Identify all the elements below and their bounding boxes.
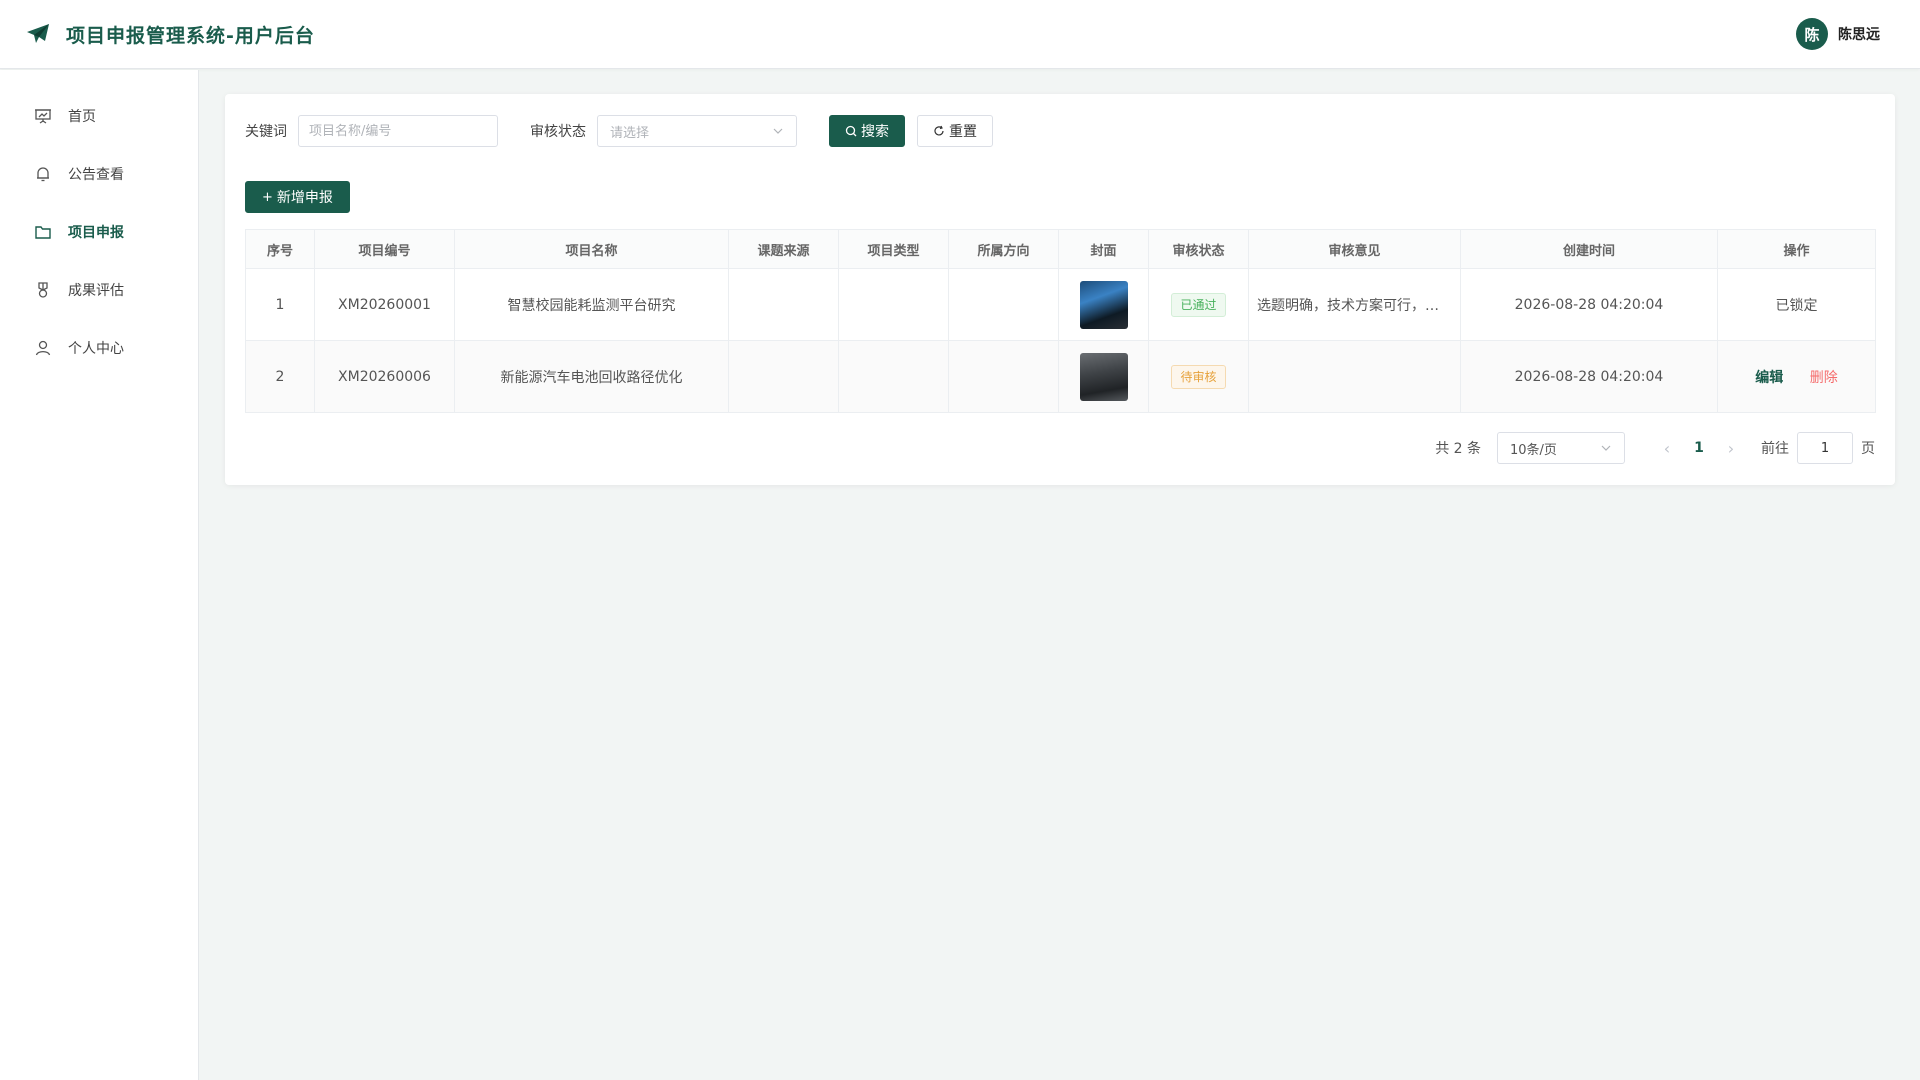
cell-direction bbox=[948, 268, 1059, 341]
main-card: 关键词 审核状态 请选择 搜索 重置 + 新增申报 序号 项目编号 bbox=[225, 94, 1895, 485]
cell-name: 智慧校园能耗监测平台研究 bbox=[454, 268, 729, 341]
cell-type bbox=[838, 268, 949, 341]
medal-icon bbox=[38, 282, 48, 298]
cell-cover bbox=[1058, 340, 1149, 413]
next-page-icon[interactable]: › bbox=[1715, 439, 1747, 458]
cell-opinion bbox=[1248, 340, 1461, 413]
sidebar-item-evaluation[interactable]: 成果评估 bbox=[0, 261, 198, 319]
search-button[interactable]: 搜索 bbox=[829, 115, 905, 147]
sidebar-item-label: 成果评估 bbox=[68, 283, 124, 299]
cover-thumbnail[interactable] bbox=[1079, 352, 1128, 401]
table-row: 1 XM20260001 智慧校园能耗监测平台研究 已通过 选题明确，技术方案可… bbox=[245, 268, 1876, 341]
pagination-total: 共 2 条 bbox=[1435, 441, 1481, 457]
cell-created: 2026-08-28 04:20:04 bbox=[1460, 268, 1718, 341]
add-application-button[interactable]: + 新增申报 bbox=[245, 181, 350, 213]
edit-button[interactable]: 编辑 bbox=[1755, 370, 1783, 386]
table-header-row: 序号 项目编号 项目名称 课题来源 项目类型 所属方向 封面 审核状态 审核意见… bbox=[245, 229, 1876, 269]
column-header: 项目编号 bbox=[314, 229, 455, 269]
column-header: 封面 bbox=[1058, 229, 1149, 269]
page-size-value: 10条/页 bbox=[1510, 442, 1557, 458]
column-header: 课题来源 bbox=[728, 229, 839, 269]
app-title: 项目申报管理系统-用户后台 bbox=[66, 24, 315, 47]
cell-status: 待审核 bbox=[1148, 340, 1249, 413]
sidebar-item-label: 项目申报 bbox=[68, 225, 124, 241]
delete-button[interactable]: 删除 bbox=[1810, 370, 1838, 386]
cell-created: 2026-08-28 04:20:04 bbox=[1460, 340, 1718, 413]
chevron-down-icon bbox=[773, 128, 783, 134]
refresh-icon bbox=[934, 125, 944, 136]
sidebar-item-home[interactable]: 首页 bbox=[0, 87, 198, 145]
reset-button[interactable]: 重置 bbox=[917, 115, 993, 147]
cover-thumbnail[interactable] bbox=[1079, 280, 1128, 329]
status-badge: 已通过 bbox=[1171, 292, 1226, 317]
cell-code: XM20260001 bbox=[314, 268, 455, 341]
column-header: 操作 bbox=[1717, 229, 1876, 269]
plus-icon: + bbox=[262, 189, 273, 205]
column-header: 审核状态 bbox=[1148, 229, 1249, 269]
cell-index: 2 bbox=[245, 340, 315, 413]
cell-operation: 编辑 删除 bbox=[1717, 340, 1876, 413]
cell-name: 新能源汽车电池回收路径优化 bbox=[454, 340, 729, 413]
top-bar: 项目申报管理系统-用户后台 陈 陈思远 bbox=[0, 0, 1920, 69]
cell-source bbox=[728, 268, 839, 341]
status-select[interactable]: 请选择 bbox=[597, 115, 797, 147]
prev-page-icon[interactable]: ‹ bbox=[1651, 439, 1683, 458]
folder-icon bbox=[35, 226, 51, 239]
filter-bar: 关键词 审核状态 请选择 搜索 重置 bbox=[245, 115, 993, 147]
page-suffix: 页 bbox=[1861, 441, 1875, 457]
column-header: 项目名称 bbox=[454, 229, 729, 269]
paper-plane-icon bbox=[26, 21, 52, 47]
cell-code: XM20260006 bbox=[314, 340, 455, 413]
sidebar-item-label: 公告查看 bbox=[68, 167, 124, 183]
sidebar-item-label: 个人中心 bbox=[68, 341, 124, 357]
add-button-label: 新增申报 bbox=[276, 190, 333, 206]
cell-cover bbox=[1058, 268, 1149, 341]
sidebar-item-announcements[interactable]: 公告查看 bbox=[0, 145, 198, 203]
column-header: 审核意见 bbox=[1248, 229, 1461, 269]
goto-label: 前往 bbox=[1761, 441, 1789, 457]
project-table: 序号 项目编号 项目名称 课题来源 项目类型 所属方向 封面 审核状态 审核意见… bbox=[245, 229, 1876, 413]
keyword-input[interactable] bbox=[298, 115, 498, 147]
column-header: 序号 bbox=[245, 229, 315, 269]
avatar[interactable]: 陈 bbox=[1796, 18, 1828, 50]
sidebar-item-project-apply[interactable]: 项目申报 bbox=[0, 203, 198, 261]
user-menu[interactable]: 陈 陈思远 bbox=[1796, 18, 1880, 50]
cell-status: 已通过 bbox=[1148, 268, 1249, 341]
presentation-chart-icon bbox=[35, 109, 51, 124]
cell-type bbox=[838, 340, 949, 413]
status-badge: 待审核 bbox=[1171, 364, 1226, 389]
table-row: 2 XM20260006 新能源汽车电池回收路径优化 待审核 2026-08-2… bbox=[245, 340, 1876, 413]
reset-button-label: 重置 bbox=[949, 124, 977, 140]
user-icon bbox=[35, 340, 51, 356]
user-name[interactable]: 陈思远 bbox=[1838, 24, 1880, 44]
sidebar-item-label: 首页 bbox=[68, 109, 96, 125]
sidebar: 首页 公告查看 项目申报 成果评估 个人中心 bbox=[0, 70, 199, 1080]
status-label: 审核状态 bbox=[530, 124, 586, 140]
chevron-down-icon bbox=[1601, 445, 1611, 451]
cell-operation: 已锁定 bbox=[1717, 268, 1876, 341]
goto-page-input[interactable] bbox=[1797, 432, 1853, 464]
page-number-current[interactable]: 1 bbox=[1683, 440, 1715, 456]
search-button-label: 搜索 bbox=[861, 124, 889, 140]
column-header: 创建时间 bbox=[1460, 229, 1718, 269]
cell-direction bbox=[948, 340, 1059, 413]
cell-opinion: 选题明确，技术方案可行，建议推进实施 bbox=[1248, 268, 1461, 341]
keyword-label: 关键词 bbox=[245, 124, 287, 140]
column-header: 项目类型 bbox=[838, 229, 949, 269]
cell-source bbox=[728, 340, 839, 413]
search-icon bbox=[845, 125, 857, 137]
bell-icon bbox=[37, 167, 49, 182]
page-size-select[interactable]: 10条/页 bbox=[1497, 432, 1625, 464]
column-header: 所属方向 bbox=[948, 229, 1059, 269]
pagination: 共 2 条 10条/页 ‹ 1 › 前往 页 bbox=[1435, 432, 1875, 464]
sidebar-item-profile[interactable]: 个人中心 bbox=[0, 319, 198, 377]
cell-index: 1 bbox=[245, 268, 315, 341]
status-select-placeholder: 请选择 bbox=[610, 125, 650, 141]
